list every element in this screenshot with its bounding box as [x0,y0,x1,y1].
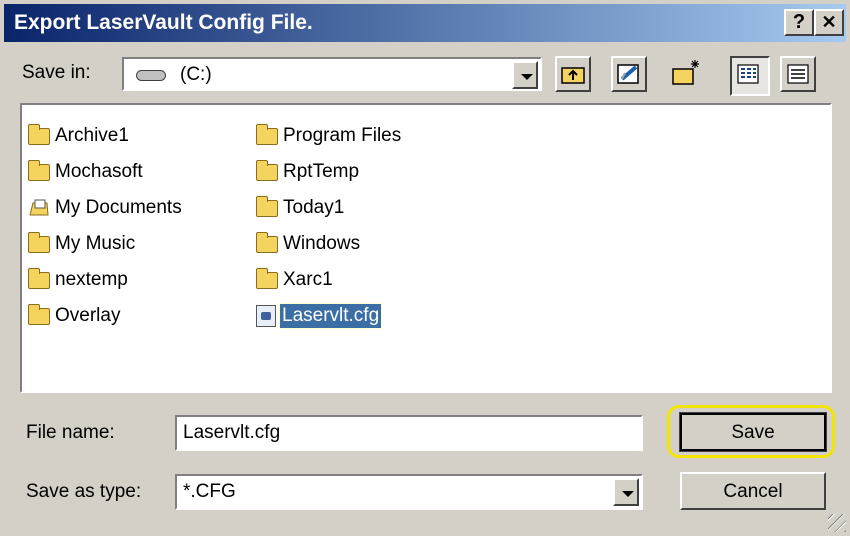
save-in-dropdown-arrow[interactable] [512,61,538,89]
up-folder-icon [561,67,585,84]
dialog-title: Export LaserVault Config File. [14,11,313,34]
new-folder-icon [672,60,699,85]
list-item[interactable]: Program Files [256,121,403,151]
folder-icon [256,231,278,253]
save-in-label: Save in: [22,62,91,83]
list-item[interactable]: RptTemp [256,157,361,187]
title-bar[interactable]: Export LaserVault Config File. ? ✕ [4,4,846,42]
desktop-icon [617,64,639,84]
list-view-icon [737,64,759,84]
save-in-dropdown[interactable]: (C:) [122,57,542,91]
folder-icon [28,303,50,325]
save-as-type-dropdown[interactable]: *.CFG [175,474,643,510]
save-button[interactable]: Save [679,412,827,452]
list-item[interactable]: Windows [256,229,362,259]
close-icon: ✕ [821,12,837,32]
folder-icon [28,159,50,181]
file-name-label: File name: [26,422,115,443]
save-as-type-value: *.CFG [183,481,236,502]
list-item[interactable]: Overlay [28,301,122,331]
list-item-selected[interactable]: Laservlt.cfg [256,301,383,331]
save-in-value: (C:) [180,64,212,85]
cancel-button[interactable]: Cancel [680,472,826,510]
resize-grip[interactable] [828,514,846,532]
create-new-folder-button[interactable] [668,56,704,92]
config-file-icon [256,305,276,327]
desktop-button[interactable] [611,56,647,92]
drive-icon [136,70,166,81]
folder-icon [28,231,50,253]
save-as-type-label: Save as type: [26,481,142,502]
list-item[interactable]: Xarc1 [256,265,335,295]
close-button[interactable]: ✕ [814,9,844,36]
folder-icon [256,195,278,217]
list-item[interactable]: Mochasoft [28,157,145,187]
file-name-value: Laservlt.cfg [183,422,281,443]
up-one-level-button[interactable] [555,56,591,92]
list-item[interactable]: Archive1 [28,121,131,151]
folder-icon [256,123,278,145]
file-name-input[interactable]: Laservlt.cfg [175,415,643,451]
save-as-type-dropdown-arrow[interactable] [613,478,639,506]
details-view-icon [787,64,809,84]
folder-icon [256,267,278,289]
folder-icon [256,159,278,181]
folder-icon [28,267,50,289]
help-button[interactable]: ? [784,9,814,36]
my-documents-icon [28,199,50,217]
list-item[interactable]: My Music [28,229,137,259]
folder-icon [28,123,50,145]
list-item[interactable]: Today1 [256,193,346,223]
file-list[interactable]: Archive1 Mochasoft My Documents My Music… [20,103,832,393]
list-item[interactable]: nextemp [28,265,130,295]
list-view-button[interactable] [730,56,770,96]
save-dialog: Export LaserVault Config File. ? ✕ Save … [0,0,850,536]
details-view-button[interactable] [780,56,816,92]
list-item[interactable]: My Documents [28,193,184,223]
